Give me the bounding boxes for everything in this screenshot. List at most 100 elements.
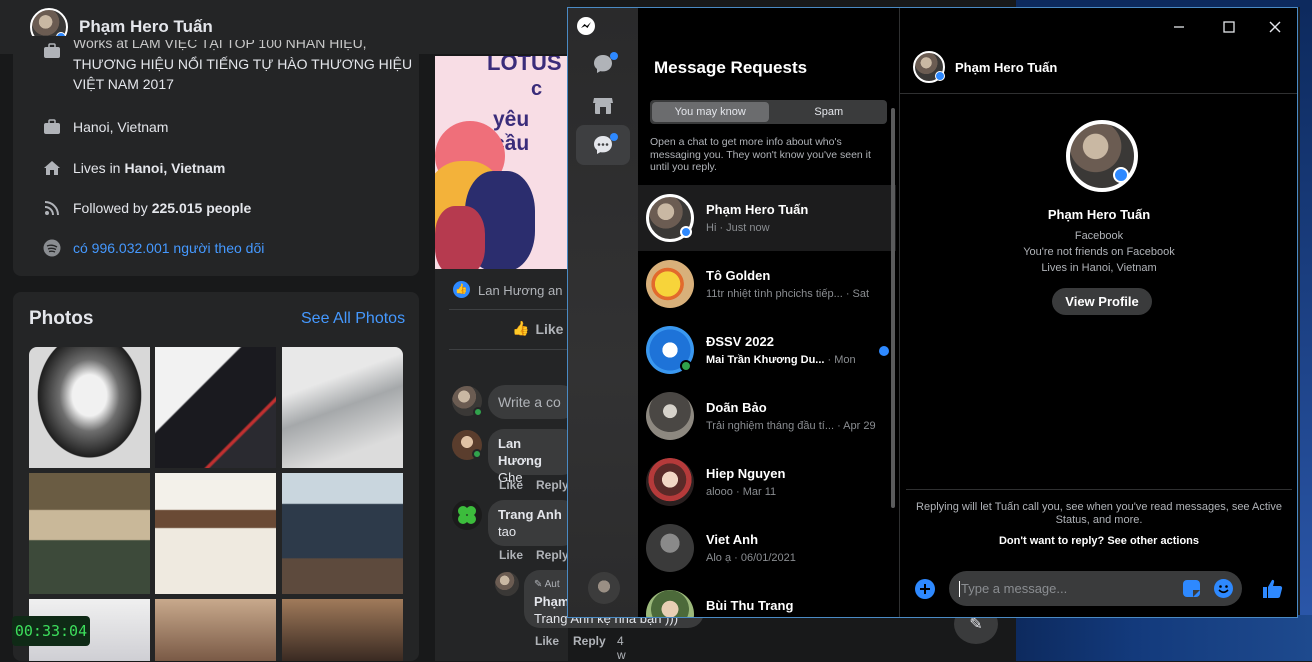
chats-nav-button[interactable]	[576, 44, 630, 84]
spotify-followers-link[interactable]: có 996.032.001 người theo dõi	[73, 240, 264, 256]
message-input[interactable]: Type a message...	[961, 581, 1067, 596]
work-line-2: THƯƠNG HIỆU NỔI TIẾNG TỰ HÀO THƯƠNG HIỆU	[73, 56, 413, 72]
conversation-snippet: 11tr nhiệt tình phcichs tiếp... · Sat	[706, 288, 882, 300]
conversation-name: Viet Anh	[706, 532, 759, 547]
conversation-avatar	[646, 590, 694, 617]
message-requests-nav-button[interactable]	[576, 125, 630, 165]
conversation-snippet: alooo · Mar 11	[706, 486, 777, 498]
conversation-name: Hiep Nguyen	[706, 466, 786, 481]
comment-reply-link[interactable]: Reply	[536, 548, 569, 562]
reply-time: 4 w	[617, 634, 626, 662]
verified-badge-icon	[935, 71, 945, 81]
view-profile-button[interactable]: View Profile	[1052, 288, 1152, 315]
reply-reply-link[interactable]: Reply	[573, 634, 606, 648]
photo-thumbnail[interactable]	[282, 347, 403, 468]
divider	[449, 349, 568, 350]
photo-thumbnail[interactable]	[29, 347, 150, 468]
online-indicator	[473, 407, 483, 417]
photo-thumbnail[interactable]	[155, 347, 276, 468]
lives-in-link[interactable]: Hanoi, Vietnam	[124, 160, 225, 176]
comment-reply-link[interactable]: Reply	[536, 478, 569, 492]
comment-like-link[interactable]: Like	[499, 478, 523, 492]
conversation-snippet: Hi · Just now	[706, 222, 770, 234]
send-like-button[interactable]	[1261, 577, 1285, 601]
messenger-nav-rail	[568, 8, 638, 617]
conversation-item[interactable]: Doãn Bảo Trải nghiệm tháng đầu tí... · A…	[638, 383, 896, 449]
conversation-item[interactable]: Bùi Thu Trang	[638, 581, 896, 617]
snippet-text: Mai Trần Khương Du...	[706, 354, 825, 366]
chat-profile-avatar[interactable]	[1066, 120, 1138, 192]
desktop-wallpaper-strip	[1300, 7, 1312, 615]
add-attachment-button[interactable]	[915, 579, 935, 599]
photo-thumbnail[interactable]	[282, 599, 403, 661]
requests-filter-tabs: You may know Spam	[650, 100, 887, 124]
snippet-time: · Apr 29	[837, 420, 876, 432]
write-comment-placeholder: Write a co	[498, 394, 561, 410]
comment-author[interactable]: Lan Hương	[498, 435, 568, 469]
photo-thumbnail[interactable]	[155, 599, 276, 661]
conversation-item[interactable]: Viet Anh Alo ạ · 06/01/2021	[638, 515, 896, 581]
tab-spam[interactable]: Spam	[771, 100, 888, 124]
like-button[interactable]: 👍 Like	[512, 320, 563, 337]
thumbs-up-icon: 👍	[512, 320, 530, 336]
photo-thumbnail[interactable]	[282, 473, 403, 594]
maximize-icon	[1223, 21, 1235, 33]
snippet-time: · Mon	[827, 354, 856, 366]
other-actions-link[interactable]: Don't want to reply? See other actions	[900, 535, 1297, 547]
clover-avatar-icon[interactable]	[452, 500, 482, 530]
reply-like-link[interactable]: Like	[535, 634, 559, 648]
location-row: Hanoi, Vietnam	[43, 118, 168, 136]
comment-like-link[interactable]: Like	[499, 548, 523, 562]
close-button[interactable]	[1260, 14, 1290, 40]
minimize-button[interactable]	[1164, 14, 1194, 40]
conversation-item[interactable]: Tô Golden 11tr nhiệt tình phcichs tiếp..…	[638, 251, 896, 317]
banner-shape	[435, 206, 485, 269]
briefcase-icon	[43, 118, 61, 136]
tab-you-may-know[interactable]: You may know	[652, 102, 769, 122]
close-icon	[1269, 21, 1281, 33]
emoji-button[interactable]	[1214, 579, 1233, 598]
my-account-avatar[interactable]	[588, 572, 620, 604]
snippet-text: 11tr nhiệt tình phcichs tiếp...	[706, 288, 843, 300]
chat-friend-status: You're not friends on Facebook	[1023, 246, 1175, 258]
profile-name[interactable]: Phạm Hero Tuấn	[79, 17, 213, 37]
text-cursor	[959, 581, 960, 597]
write-comment-input[interactable]: Write a co	[488, 385, 578, 419]
spotify-icon	[43, 239, 61, 257]
comment-author[interactable]: Trang Anh	[498, 506, 568, 523]
unread-dot	[610, 52, 618, 60]
comment-bubble: Trang Anh tao	[488, 500, 578, 546]
message-input-wrapper: Type a message...	[949, 571, 1242, 606]
sticker-icon	[1193, 590, 1200, 597]
followers-count[interactable]: 225.015 people	[152, 200, 252, 216]
list-scrollbar[interactable]	[891, 108, 895, 508]
reply-avatar[interactable]	[495, 572, 519, 596]
conversation-item[interactable]: ĐSSV 2022 Mai Trần Khương Du... · Mon	[638, 317, 896, 383]
like-label: Like	[535, 320, 564, 337]
photos-title: Photos	[29, 308, 94, 329]
see-all-photos-link[interactable]: See All Photos	[301, 310, 405, 328]
marketplace-nav-button[interactable]	[576, 85, 630, 125]
post-banner-image[interactable]: LOTUS c yêu cầu	[435, 56, 568, 269]
minimize-icon	[1174, 26, 1184, 28]
home-icon	[43, 159, 61, 177]
rss-icon	[43, 199, 61, 217]
intro-card: Works at LÀM VIỆC TẠI TOP 100 NHÃN HIỆU,…	[13, 36, 419, 276]
reactors-text[interactable]: Lan Hương an	[478, 283, 562, 298]
photo-thumbnail[interactable]	[29, 473, 150, 594]
conversation-item[interactable]: Phạm Hero Tuấn Hi · Just now	[638, 185, 896, 251]
conversation-name: Phạm Hero Tuấn	[706, 202, 809, 217]
chat-header-name[interactable]: Phạm Hero Tuấn	[955, 60, 1057, 75]
conversation-item[interactable]: Hiep Nguyen alooo · Mar 11	[638, 449, 896, 515]
store-icon	[593, 98, 613, 114]
chat-profile-platform: Facebook	[1074, 230, 1124, 242]
conversation-avatar	[646, 458, 694, 506]
photo-thumbnail[interactable]	[155, 473, 276, 594]
conversation-snippet: Mai Trần Khương Du... · Mon	[706, 354, 882, 366]
maximize-button[interactable]	[1214, 14, 1244, 40]
like-reaction-icon: 👍	[453, 281, 470, 298]
comment-bubble: Lan Hương Ghe	[488, 429, 578, 485]
emoji-icon	[1218, 585, 1229, 594]
sticker-button[interactable]	[1183, 580, 1200, 597]
conversation-avatar	[646, 260, 694, 308]
